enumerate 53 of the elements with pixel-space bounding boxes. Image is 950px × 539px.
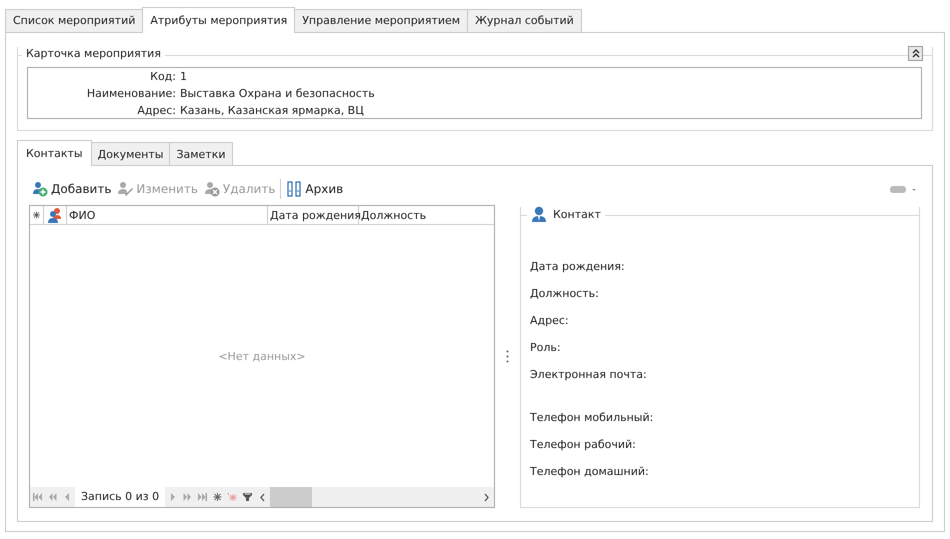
tab[interactable]: Заметки [169, 142, 233, 165]
tab[interactable]: Управление мероприятием [294, 9, 468, 32]
field-label: Наименование: [86, 86, 176, 100]
column-header[interactable]: Дата рождения [268, 206, 359, 224]
record-counter: Запись 0 из 0 [75, 487, 166, 507]
column-header[interactable]: Должность [359, 206, 494, 224]
group-title: Контакт [553, 208, 601, 220]
tab[interactable]: Документы [90, 142, 170, 165]
group-title: Карточка мероприятия [22, 47, 165, 60]
collapse-icon [912, 48, 920, 59]
field-value: Казань, Казанская ярмарка, ВЦ [180, 102, 365, 118]
previous-icon [63, 493, 72, 501]
toolbar-button[interactable]: Архив [283, 178, 346, 200]
field-label: Телефон домашний: [530, 464, 650, 480]
next-icon [168, 493, 178, 501]
field-label: Дата рождения: [530, 259, 626, 275]
field-value: Выставка Охрана и безопасность [180, 86, 376, 100]
field-label: Адрес: [136, 102, 176, 118]
field-label: Код: [149, 68, 176, 84]
field-label: Должность: [530, 286, 600, 302]
field-label: Телефон рабочий: [530, 437, 637, 453]
first-icon [33, 493, 42, 501]
tab[interactable]: Атрибуты мероприятия [142, 7, 296, 33]
tab[interactable]: Список мероприятий [5, 9, 144, 32]
empty-message: <Нет данных> [218, 350, 306, 362]
tab[interactable]: Контакты [17, 140, 92, 166]
chevron-right-icon [483, 492, 490, 502]
dropdown-button[interactable] [890, 184, 917, 194]
dropdown-icon [890, 184, 917, 194]
asterisk-icon [213, 493, 222, 501]
fast-forward-icon [183, 493, 192, 501]
rewind-icon [48, 493, 57, 501]
field-label: Электронная почта: [530, 367, 648, 383]
chevron-left-icon [259, 492, 266, 502]
column-header[interactable]: ФИО [67, 206, 268, 224]
asterisk-icon [228, 493, 238, 501]
user-edit-icon [117, 181, 134, 197]
grip-icon [506, 350, 509, 363]
users-icon [47, 207, 62, 223]
last-icon [198, 493, 208, 501]
user-add-icon [32, 181, 49, 197]
tab[interactable]: Журнал событий [467, 9, 582, 32]
binders-icon [286, 181, 304, 197]
field-label: Телефон мобильный: [530, 410, 654, 426]
asterisk-icon [33, 211, 40, 219]
collapse-button[interactable] [908, 46, 923, 61]
column-header[interactable] [30, 206, 44, 224]
filter-icon [243, 493, 252, 501]
toolbar-button[interactable]: Добавить [29, 178, 114, 200]
field-label: Роль: [530, 340, 562, 356]
user-delete-icon [204, 181, 221, 197]
field-label: Адрес: [530, 313, 570, 329]
field-value: 1 [180, 68, 188, 84]
